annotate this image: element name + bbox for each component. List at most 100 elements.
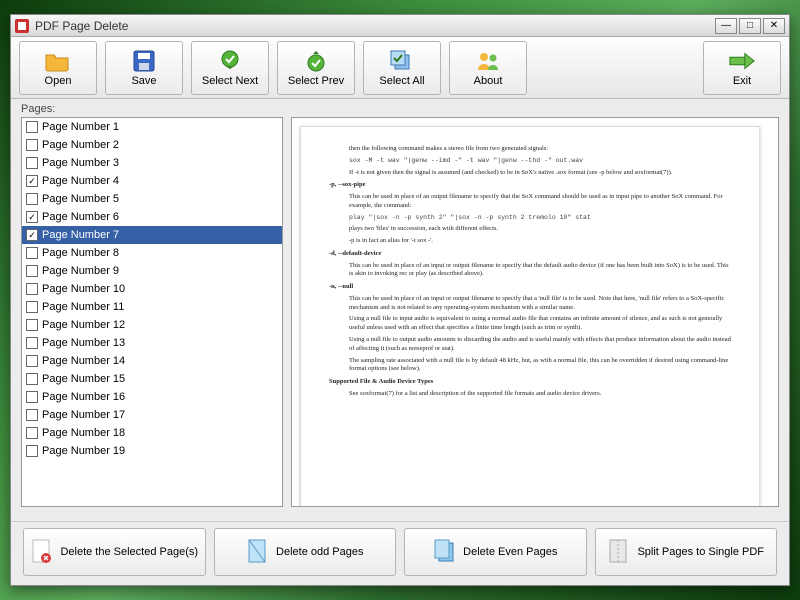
checkbox[interactable] [26,373,38,385]
doc-line: sox -M -t wav "|genw --imd -" -t wav "|g… [349,157,731,166]
checkbox[interactable] [26,193,38,205]
list-item[interactable]: Page Number 9 [22,262,282,280]
window-title: PDF Page Delete [35,19,715,33]
checkbox[interactable] [26,121,38,133]
split-pages-button[interactable]: Split Pages to Single PDF [595,528,778,576]
delete-selected-label: Delete the Selected Page(s) [60,546,198,558]
list-item[interactable]: Page Number 11 [22,298,282,316]
delete-selected-button[interactable]: Delete the Selected Page(s) [23,528,206,576]
list-item[interactable]: Page Number 14 [22,352,282,370]
list-item[interactable]: Page Number 16 [22,388,282,406]
save-label: Save [131,75,156,87]
page-item-label: Page Number 2 [42,139,119,151]
about-label: About [474,75,503,87]
checkbox[interactable] [26,283,38,295]
page-item-label: Page Number 6 [42,211,119,223]
select-all-icon [388,49,416,73]
delete-odd-button[interactable]: Delete odd Pages [214,528,397,576]
list-item[interactable]: Page Number 5 [22,190,282,208]
doc-line: If -t is not given then the signal is as… [349,169,731,178]
list-item[interactable]: Page Number 13 [22,334,282,352]
page-item-label: Page Number 1 [42,121,119,133]
checkbox[interactable] [26,247,38,259]
page-item-label: Page Number 18 [42,427,125,439]
toolbar: Open Save Select Next Select Prev Select… [11,37,789,99]
list-item[interactable]: Page Number 18 [22,424,282,442]
doc-line: Using a null file to output audio amount… [349,336,731,354]
page-item-label: Page Number 16 [42,391,125,403]
checkbox[interactable] [26,265,38,277]
minimize-button[interactable]: — [715,18,737,34]
list-item[interactable]: Page Number 1 [22,118,282,136]
list-item[interactable]: ✓ Page Number 4 [22,172,282,190]
list-item[interactable]: Page Number 3 [22,154,282,172]
exit-button[interactable]: Exit [703,41,781,95]
page-item-label: Page Number 4 [42,175,119,187]
checkbox[interactable] [26,139,38,151]
list-item[interactable]: Page Number 8 [22,244,282,262]
open-button[interactable]: Open [19,41,97,95]
folder-open-icon [44,49,72,73]
checkbox[interactable] [26,391,38,403]
select-prev-button[interactable]: Select Prev [277,41,355,95]
doc-line: -n, --null [329,283,731,292]
select-next-label: Select Next [202,75,258,87]
page-even-icon [433,538,457,566]
checkbox[interactable] [26,445,38,457]
page-item-label: Page Number 11 [42,301,124,313]
checkbox[interactable]: ✓ [26,229,38,241]
list-item[interactable]: Page Number 10 [22,280,282,298]
page-item-label: Page Number 3 [42,157,119,169]
doc-line: This can be used in place of an input or… [349,295,731,313]
list-item[interactable]: Page Number 15 [22,370,282,388]
select-next-button[interactable]: Select Next [191,41,269,95]
window-controls: — □ ✕ [715,18,785,34]
list-item[interactable]: Page Number 12 [22,316,282,334]
check-down-icon [216,49,244,73]
checkbox[interactable] [26,409,38,421]
preview-pane[interactable]: then the following command makes a stere… [291,117,779,507]
checkbox[interactable] [26,301,38,313]
pages-label: Pages: [21,103,779,115]
checkbox[interactable] [26,319,38,331]
document-page: then the following command makes a stere… [300,126,760,507]
about-button[interactable]: About [449,41,527,95]
page-item-label: Page Number 19 [42,445,125,457]
list-item[interactable]: ✓ Page Number 6 [22,208,282,226]
delete-even-label: Delete Even Pages [463,546,557,558]
doc-line: -d, --default-device [329,250,731,259]
checkbox[interactable]: ✓ [26,211,38,223]
list-item[interactable]: Page Number 17 [22,406,282,424]
page-item-label: Page Number 9 [42,265,119,277]
doc-line: -p is in fact an alias for '-t sox -'. [349,237,731,246]
exit-arrow-icon [728,49,756,73]
list-item[interactable]: Page Number 19 [22,442,282,460]
checkbox[interactable] [26,427,38,439]
doc-line: Using a null file to input audio is equi… [349,315,731,333]
checkbox[interactable] [26,157,38,169]
delete-even-button[interactable]: Delete Even Pages [404,528,587,576]
pages-listbox[interactable]: Page Number 1 Page Number 2 Page Number 3 ✓… [21,117,283,507]
app-icon [15,19,29,33]
save-button[interactable]: Save [105,41,183,95]
close-button[interactable]: ✕ [763,18,785,34]
list-item[interactable]: Page Number 2 [22,136,282,154]
page-odd-icon [246,538,270,566]
maximize-button[interactable]: □ [739,18,761,34]
doc-line: This can be used in place of an output f… [349,193,731,211]
checkbox[interactable]: ✓ [26,175,38,187]
page-item-label: Page Number 7 [42,229,119,241]
checkbox[interactable] [26,337,38,349]
content-area: Pages: Page Number 1Page Number 2Page Nu… [11,99,789,515]
doc-line: This can be used in place of an input or… [349,262,731,280]
list-item[interactable]: ✓ Page Number 7 [22,226,282,244]
doc-line: play "|sox -n -p synth 2" "|sox -n -p sy… [349,214,731,223]
page-split-icon [607,538,631,566]
checkbox[interactable] [26,355,38,367]
titlebar: PDF Page Delete — □ ✕ [11,15,789,37]
bottom-toolbar: Delete the Selected Page(s) Delete odd P… [11,521,789,585]
select-all-button[interactable]: Select All [363,41,441,95]
select-prev-label: Select Prev [288,75,344,87]
doc-line: See soxformat(7) for a list and descript… [349,390,731,399]
floppy-disk-icon [130,49,158,73]
